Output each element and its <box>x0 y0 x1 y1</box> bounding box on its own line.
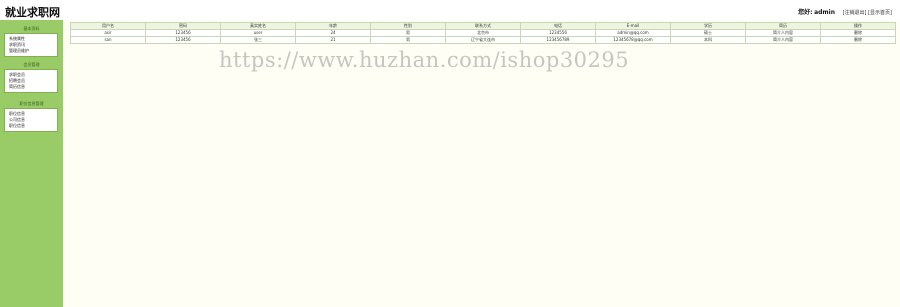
cell-age: 21 <box>295 36 371 44</box>
cell-age: 24 <box>295 29 371 37</box>
cell-phone: 1234556 <box>520 29 596 37</box>
users-table: 用户名 密码 真实姓名 年龄 性别 联系方式 电话 E-mail 学历 简历 操… <box>70 22 896 44</box>
cell-password: 123456 <box>145 36 221 44</box>
col-email: E-mail <box>595 22 671 30</box>
col-phone: 电话 <box>520 22 596 30</box>
cell-phone: 123456789 <box>520 36 596 44</box>
cell-username: asir <box>70 29 146 37</box>
sidebar-section-title: 职位信息管理 <box>19 101 44 106</box>
delete-link[interactable]: 删除 <box>820 29 896 37</box>
cell-resume: 简介人内容 <box>745 29 821 37</box>
header-user-area: 您好: admin [注销退出] [显示首页] <box>798 7 892 16</box>
watermark: https://www.huzhan.com/ishop30295 <box>219 48 630 72</box>
cell-username: san <box>70 36 146 44</box>
cell-contact: 北京市 <box>445 29 521 37</box>
col-real-name: 真实姓名 <box>220 22 296 30</box>
cell-gender: 男 <box>370 36 446 44</box>
cell-password: 123456 <box>145 29 221 37</box>
col-actions: 操作 <box>820 22 896 30</box>
col-contact: 联系方式 <box>445 22 521 30</box>
username-label: admin <box>814 9 835 16</box>
logout-link[interactable]: [注销退出] <box>843 10 867 16</box>
cell-contact: 辽宁省大连市 <box>445 36 521 44</box>
col-education: 学历 <box>670 22 746 30</box>
table-header-row: 用户名 密码 真实姓名 年龄 性别 联系方式 电话 E-mail 学历 简历 操… <box>70 22 896 30</box>
sidebar-section-title: 基本资料 <box>23 26 40 31</box>
col-password: 密码 <box>145 22 221 30</box>
col-username: 用户名 <box>70 22 146 30</box>
sidebar-section-title: 会员管理 <box>23 62 40 67</box>
cell-gender: 男 <box>370 29 446 37</box>
cell-resume: 简介人内容 <box>745 36 821 44</box>
cell-real-name: 张三 <box>220 36 296 44</box>
sidebar: 基本资料 系统属性 求职资讯 管理员维护 会员管理 求职会员 招聘会员 简历信息… <box>0 20 63 307</box>
greeting-label: 您好: <box>798 9 813 16</box>
cell-email: 12345678@qq.com <box>595 36 671 44</box>
sidebar-menu-members: 求职会员 招聘会员 简历信息 <box>4 69 58 93</box>
sidebar-menu-basic: 系统属性 求职资讯 管理员维护 <box>4 33 58 57</box>
table-row: san 123456 张三 21 男 辽宁省大连市 123456789 1234… <box>70 36 896 44</box>
cell-education: 本科 <box>670 36 746 44</box>
sidebar-menu-jobs: 职位信息 公司信息 职位信息 <box>4 108 58 132</box>
col-resume: 简历 <box>745 22 821 30</box>
home-link[interactable]: [显示首页] <box>868 10 892 16</box>
cell-education: 硕士 <box>670 29 746 37</box>
cell-real-name: user <box>220 29 296 37</box>
main-content: 用户名 密码 真实姓名 年龄 性别 联系方式 电话 E-mail 学历 简历 操… <box>70 22 896 44</box>
delete-link[interactable]: 删除 <box>820 36 896 44</box>
table-row: asir 123456 user 24 男 北京市 1234556 admin@… <box>70 29 896 37</box>
cell-email: admin@qq.com <box>595 29 671 37</box>
col-gender: 性别 <box>370 22 446 30</box>
site-title: 就业求职网 <box>5 6 60 19</box>
col-age: 年龄 <box>295 22 371 30</box>
header: 就业求职网 您好: admin [注销退出] [显示首页] <box>0 0 900 20</box>
